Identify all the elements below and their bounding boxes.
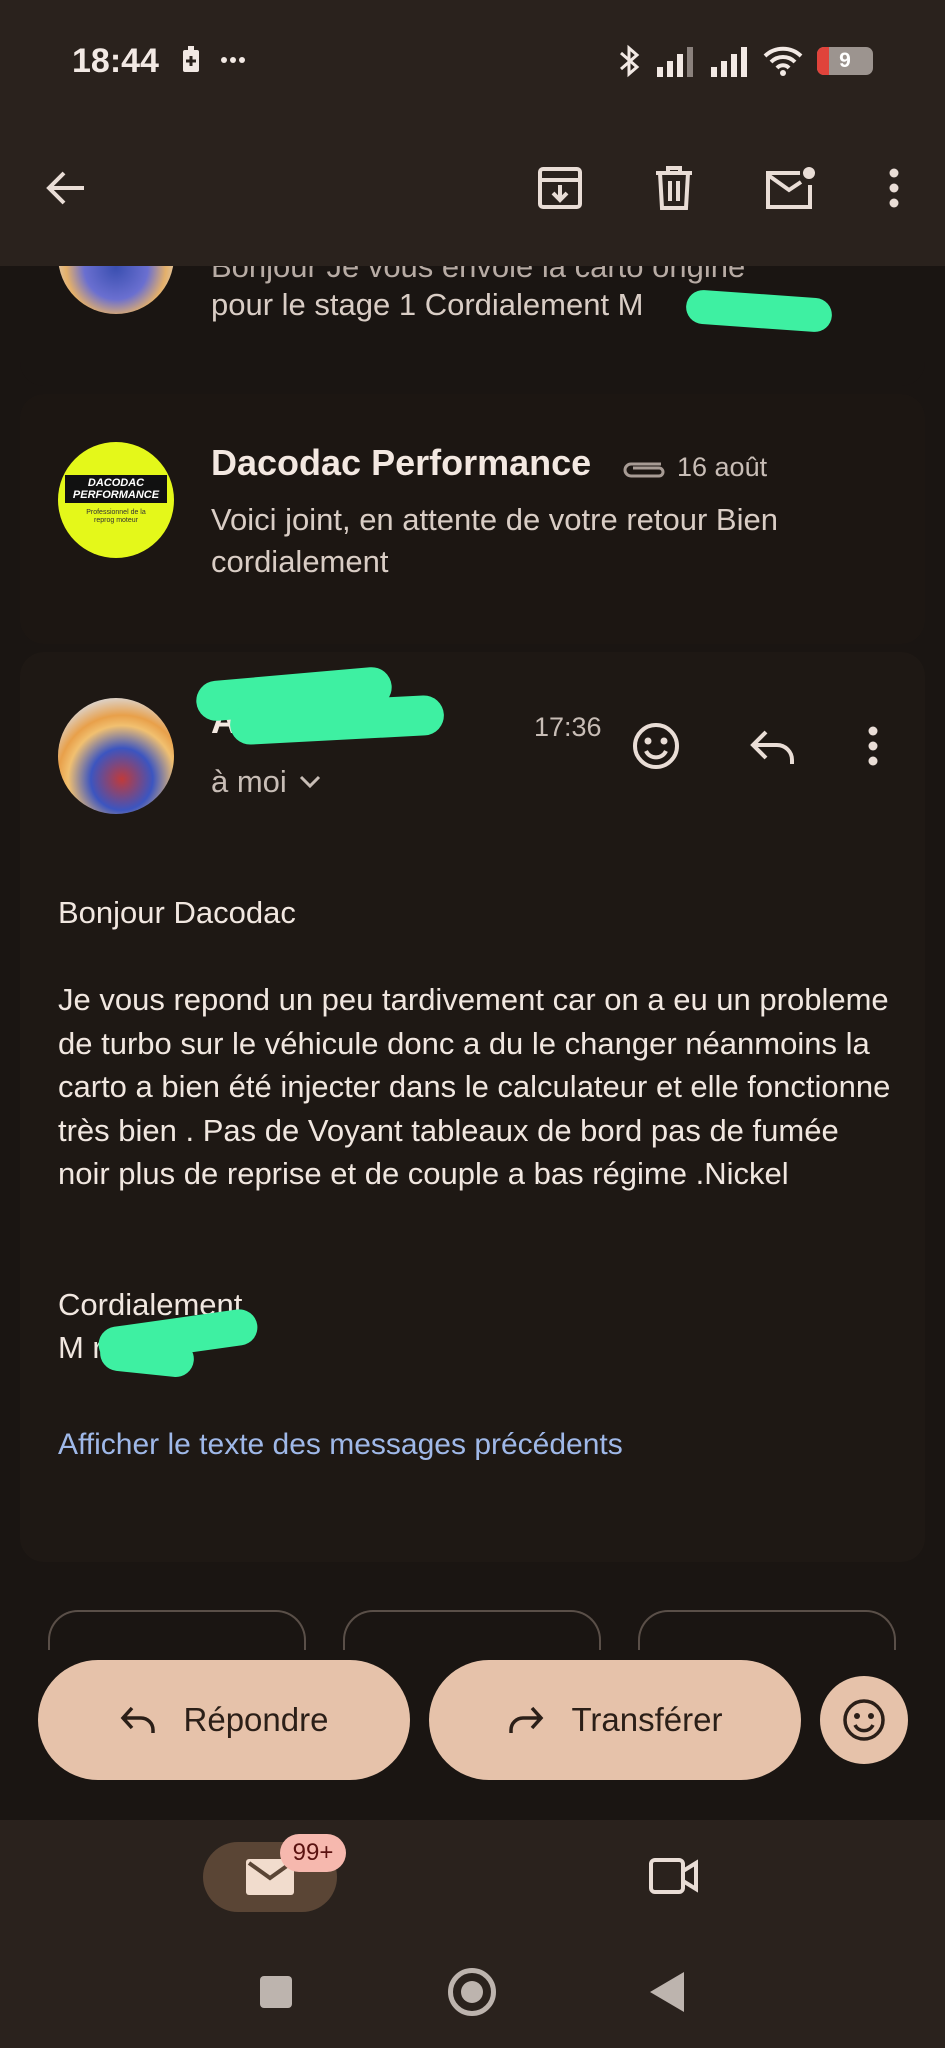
- bluetooth-icon: [620, 44, 640, 78]
- emoji-icon: [843, 1699, 885, 1741]
- message-greeting: Bonjour Dacodac: [58, 895, 296, 930]
- reply-button[interactable]: [750, 728, 796, 771]
- signal-icon: [657, 47, 693, 77]
- chevron-down-icon: [299, 775, 320, 789]
- reply-label: Répondre: [183, 1701, 329, 1738]
- status-left-icons: [180, 46, 246, 74]
- smart-reply-chip[interactable]: [638, 1610, 896, 1650]
- attachment-icon: [623, 462, 665, 478]
- message-date: 16 août: [677, 452, 768, 482]
- home-dot: [461, 1981, 483, 2003]
- reply-icon: [750, 730, 794, 764]
- sender-logo: DACODAC PERFORMANCE Professionnel de la …: [58, 442, 174, 558]
- wifi-icon: [763, 46, 803, 76]
- logo-text: PERFORMANCE: [72, 489, 160, 501]
- signal-icon: [711, 47, 747, 77]
- reply-icon: [120, 1706, 155, 1733]
- message-snippet: Voici joint, en attente de votre retour …: [211, 502, 778, 579]
- show-quoted-text-link[interactable]: Afficher le texte des messages précédent…: [58, 1428, 623, 1462]
- trash-icon: [656, 166, 692, 210]
- recents-button[interactable]: [260, 1976, 292, 2008]
- smart-reply-chip[interactable]: [48, 1610, 306, 1650]
- recipient-label: à moi: [211, 764, 287, 799]
- logo-text: DACODAC: [87, 477, 145, 489]
- video-camera-icon: [649, 1858, 698, 1894]
- recipient-toggle[interactable]: à moi: [211, 764, 321, 800]
- reply-button[interactable]: Répondre: [38, 1660, 410, 1780]
- battery-level: 9: [839, 49, 851, 72]
- more-vert-icon: [868, 726, 878, 766]
- redaction-scribble: [684, 288, 834, 334]
- mail-unread-icon: [766, 167, 815, 209]
- logo-subtext: Professionnel de la reprog moteur: [86, 509, 146, 524]
- battery-icon: 9: [817, 47, 873, 75]
- add-reaction-button[interactable]: [632, 722, 680, 775]
- back-button[interactable]: [38, 160, 94, 216]
- meet-tab[interactable]: [649, 1856, 699, 1901]
- message-more-button[interactable]: [868, 726, 878, 771]
- forward-button[interactable]: Transférer: [429, 1660, 801, 1780]
- message-body: Je vous repond un peu tardivement car on…: [58, 982, 891, 1191]
- message-snippet: pour le stage 1 Cordialement M: [211, 287, 644, 322]
- status-time: 18:44: [72, 42, 159, 80]
- archive-button[interactable]: [532, 160, 588, 216]
- forward-label: Transférer: [571, 1701, 723, 1738]
- message-time: 17:36: [534, 712, 602, 742]
- smart-reply-chip[interactable]: [343, 1610, 601, 1650]
- emoji-icon: [633, 723, 679, 769]
- more-vert-icon: [889, 168, 899, 208]
- home-button[interactable]: [448, 1968, 496, 2016]
- back-nav-button[interactable]: [648, 1970, 686, 2014]
- more-options-button[interactable]: [866, 160, 922, 216]
- more-notifications-icon: [221, 57, 245, 63]
- status-right-icons: 9: [617, 44, 873, 78]
- message-1-clip: Bonjour Je vous envoie la carto origine …: [0, 266, 945, 386]
- battery-saver-icon: [183, 46, 199, 72]
- reaction-button[interactable]: [820, 1676, 908, 1764]
- avatar: [58, 698, 174, 814]
- sender-name: Dacodac Performance: [211, 442, 592, 483]
- avatar: [58, 266, 174, 314]
- delete-button[interactable]: [646, 160, 702, 216]
- archive-icon: [538, 167, 582, 209]
- mark-unread-button[interactable]: [762, 160, 818, 216]
- arrow-left-icon: [46, 171, 84, 205]
- unread-badge: 99+: [280, 1834, 346, 1872]
- forward-icon: [508, 1706, 543, 1733]
